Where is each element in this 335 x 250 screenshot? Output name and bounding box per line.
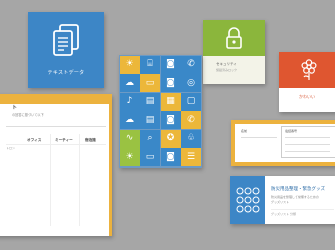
security-card[interactable]: セキュリティ 施錠済みロック: [203, 20, 265, 84]
table-header-meeting: ミーティー: [55, 138, 73, 142]
cloud-icon[interactable]: ☁: [119, 74, 140, 92]
list-footer: グッズリスト 分類: [271, 212, 296, 216]
leaf-icon[interactable]: ♧: [181, 129, 201, 148]
form-field-b-label: 電話番号: [285, 129, 298, 133]
camera-icon[interactable]: ◙: [160, 55, 181, 74]
camera-icon[interactable]: ◙: [160, 74, 181, 92]
bulb-icon[interactable]: ☀: [119, 55, 140, 74]
table-subtitle: の回答に基づいて以下: [12, 113, 44, 117]
wave-icon[interactable]: ∿: [119, 129, 140, 148]
box-icon[interactable]: ▢: [181, 92, 201, 111]
security-subtitle: 施錠済みロック: [216, 68, 238, 72]
cloud-icon[interactable]: ☁: [119, 111, 140, 129]
cylinder-icon[interactable]: ⌸: [140, 55, 160, 74]
phone-icon[interactable]: ✆: [181, 111, 201, 129]
award-icon[interactable]: ✪: [160, 129, 181, 148]
search-icon[interactable]: ⌕: [140, 129, 160, 148]
form-field-a-line: [241, 137, 277, 138]
table-column-line: [79, 134, 80, 226]
text-data-label: テキストデータ: [47, 70, 85, 76]
document-icon[interactable]: ☰: [181, 148, 201, 166]
form-field-b-line: [285, 144, 330, 145]
table-title: ト: [12, 105, 18, 111]
film-icon[interactable]: ▤: [140, 92, 160, 111]
form-field-b-line: [285, 151, 330, 152]
camera-icon[interactable]: ◙: [160, 111, 181, 129]
kawaii-card[interactable]: かわいい: [279, 52, 335, 112]
table-divider: [6, 126, 106, 127]
microphone-icon[interactable]: ♪: [119, 92, 140, 111]
table-side-label: トロン: [6, 146, 16, 150]
list-line-2: グッズリスト: [271, 200, 290, 204]
table-panel: [0, 104, 109, 236]
grid-icon[interactable]: ▦: [160, 92, 181, 111]
security-title: セキュリティ: [216, 62, 237, 66]
grid-dots-icon: [236, 187, 260, 213]
table-header-lodging: 宿泊施: [85, 138, 96, 142]
list-line-1: 防災用品を整理して常備するための: [271, 195, 319, 199]
monitor-icon[interactable]: ▭: [140, 74, 160, 92]
text-data-card[interactable]: テキストデータ: [28, 12, 104, 88]
table-column-line: [50, 134, 51, 226]
flower-icon: [301, 59, 317, 80]
bulb-icon[interactable]: ☀: [119, 148, 140, 166]
camera-icon[interactable]: ◙: [160, 148, 181, 166]
kawaii-label: かわいい: [299, 94, 315, 99]
document-icon: [53, 24, 79, 56]
form-card[interactable]: 名前 電話番号: [231, 120, 335, 166]
list-divider: [271, 209, 334, 210]
table-row-line: [6, 144, 106, 145]
list-title: 防災用品整理・緊急グッズ: [271, 187, 325, 192]
table-header-office: オフィス: [27, 138, 42, 142]
phone-icon[interactable]: ✆: [181, 55, 201, 74]
monitor-icon[interactable]: ▭: [140, 148, 160, 166]
lock-icon: [226, 27, 242, 49]
list-card[interactable]: 防災用品整理・緊急グッズ 防災用品を整理して常備するための グッズリスト グッズ…: [230, 176, 335, 224]
disc-icon[interactable]: ◎: [181, 74, 201, 92]
form-field-a-label: 名前: [241, 129, 248, 133]
film-icon[interactable]: ▤: [140, 111, 160, 129]
icon-grid: ☀ ⌸ ◙ ✆ ☁ ▭ ◙ ◎ ♪ ▤ ▦ ▢ ☁ ▤ ◙ ✆ ∿ ⌕ ✪ ♧ ☀ ▭ ◙ ☰: [119, 55, 202, 168]
form-field-b-line: [285, 137, 330, 138]
